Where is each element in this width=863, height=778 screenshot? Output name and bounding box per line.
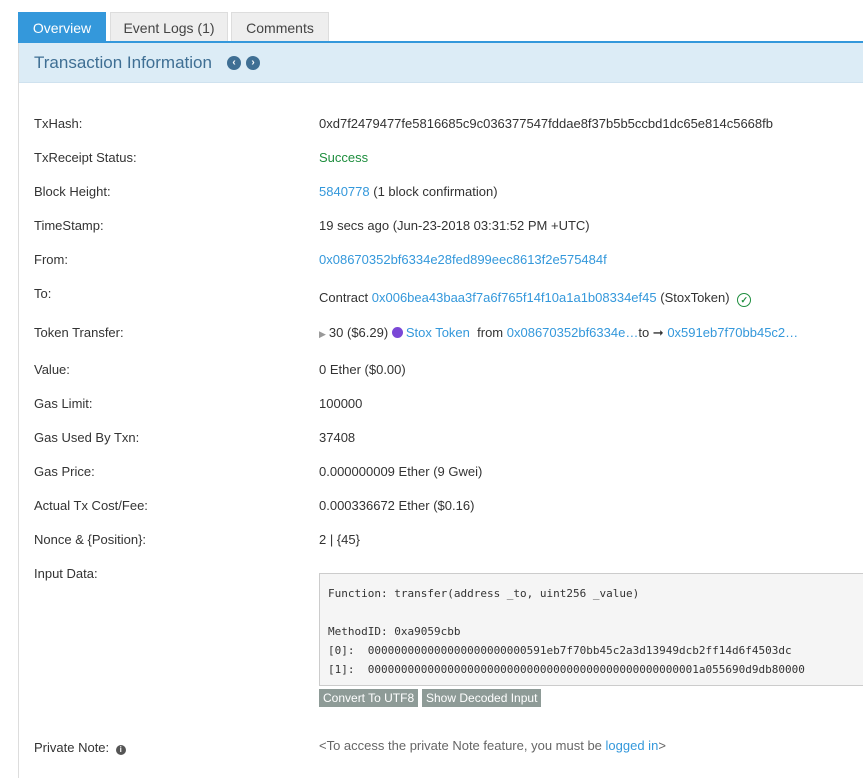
to-label: To: <box>34 286 52 301</box>
row-status: TxReceipt Status: Success <box>19 150 863 170</box>
row-nonce: Nonce & {Position}: 2 | {45} <box>19 532 863 552</box>
row-gas-price: Gas Price: 0.000000009 Ether (9 Gwei) <box>19 464 863 484</box>
from-label: From: <box>34 252 68 267</box>
info-circle-icon[interactable]: i <box>115 745 126 755</box>
row-to: To: Contract 0x006bea43baa3f7a6f765f14f1… <box>19 286 863 307</box>
row-value: Value: 0 Ether ($0.00) <box>19 362 863 382</box>
gas-limit-value: 100000 <box>319 396 363 411</box>
tab-overview[interactable]: Overview <box>18 12 106 42</box>
convert-utf8-button[interactable]: Convert To UTF8 <box>319 689 419 707</box>
timestamp-label: TimeStamp: <box>34 218 104 233</box>
row-from: From: 0x08670352bf6334e28fed899eec8613f2… <box>19 252 863 272</box>
value-label: Value: <box>34 362 70 377</box>
gas-price-label: Gas Price: <box>34 464 95 479</box>
status-label: TxReceipt Status: <box>34 150 137 165</box>
fee-label: Actual Tx Cost/Fee: <box>34 498 148 513</box>
fee-value: 0.000336672 Ether ($0.16) <box>319 498 475 513</box>
show-decoded-input-button[interactable]: Show Decoded Input <box>422 689 542 707</box>
txhash-label: TxHash: <box>34 116 83 131</box>
tab-event-logs[interactable]: Event Logs (1) <box>110 12 228 42</box>
chevron-left-circle-icon[interactable]: ‹ <box>227 56 241 70</box>
row-txhash: TxHash: 0xd7f2479477fe5816685c9c03637754… <box>19 116 863 136</box>
nonce-value: 2 | {45} <box>319 532 360 547</box>
private-note-pre: <To access the private Note feature, you… <box>319 738 602 753</box>
login-link[interactable]: logged in <box>606 738 659 753</box>
timestamp-value: 19 secs ago (Jun-23-2018 03:31:52 PM +UT… <box>319 218 590 233</box>
gas-price-value: 0.000000009 Ether (9 Gwei) <box>319 464 483 479</box>
block-height-value: 5840778 (1 block confirmation) <box>319 184 498 199</box>
contract-address-link[interactable]: 0x006bea43baa3f7a6f765f14f10a1a1b08334ef… <box>372 290 657 305</box>
caret-right-icon[interactable]: ▶ <box>319 329 326 340</box>
row-gas-limit: Gas Limit: 100000 <box>19 396 863 416</box>
right-arrow-icon: ➞ <box>652 325 664 340</box>
input-data-label: Input Data: <box>34 566 98 581</box>
panel-title: Transaction Information <box>34 53 212 72</box>
from-word: from <box>477 325 504 340</box>
transfer-from-link[interactable]: 0x08670352bf6334e… <box>507 325 639 340</box>
chevron-right-circle-icon[interactable]: › <box>246 56 260 70</box>
to-value: Contract 0x006bea43baa3f7a6f765f14f10a1a… <box>319 290 752 307</box>
row-private-note: Private Note: i <To access the private N… <box>19 738 863 760</box>
tab-comments[interactable]: Comments <box>231 12 329 42</box>
stox-token-icon <box>391 327 403 338</box>
panel-header: Transaction Information ‹ › <box>19 43 863 83</box>
row-timestamp: TimeStamp: 19 secs ago (Jun-23-2018 03:3… <box>19 218 863 238</box>
gas-used-label: Gas Used By Txn: <box>34 430 140 445</box>
contract-name: (StoxToken) <box>660 290 730 305</box>
row-block-height: Block Height: 5840778 (1 block confirmat… <box>19 184 863 204</box>
token-transfer-label: Token Transfer: <box>34 325 124 340</box>
status-value: Success <box>319 150 369 165</box>
transfer-to-link[interactable]: 0x591eb7f70bb45c2… <box>667 325 798 340</box>
private-note-label-text: Private Note: <box>34 740 110 755</box>
nonce-label: Nonce & {Position}: <box>34 532 147 547</box>
value-value: 0 Ether ($0.00) <box>319 362 406 377</box>
token-link[interactable]: Stox Token <box>406 325 470 340</box>
row-fee: Actual Tx Cost/Fee: 0.000336672 Ether ($… <box>19 498 863 518</box>
check-circle-icon: ✓ <box>737 293 752 307</box>
from-address-link[interactable]: 0x08670352bf6334e28fed899eec8613f2e57548… <box>319 252 607 267</box>
row-token-transfer: Token Transfer: ▶ 30 ($6.29) Stox Token f… <box>19 325 863 345</box>
to-word: to <box>638 325 650 340</box>
block-height-label: Block Height: <box>34 184 111 199</box>
input-data-textarea[interactable]: Function: transfer(address _to, uint256 … <box>319 573 863 686</box>
block-link[interactable]: 5840778 <box>319 184 370 199</box>
block-confirmation: (1 block confirmation) <box>373 184 498 199</box>
transaction-panel: Transaction Information ‹ › TxHash: 0xd7… <box>18 43 863 778</box>
private-note-post: > <box>658 738 666 753</box>
private-note-message: <To access the private Note feature, you… <box>319 738 666 753</box>
to-prefix: Contract <box>319 290 369 305</box>
private-note-label: Private Note: i <box>34 740 126 755</box>
token-amount: 30 ($6.29) <box>328 325 389 340</box>
token-transfer-value: ▶ 30 ($6.29) Stox Token from 0x08670352bf… <box>319 325 798 341</box>
gas-used-value: 37408 <box>319 430 356 445</box>
row-gas-used: Gas Used By Txn: 37408 <box>19 430 863 450</box>
gas-limit-label: Gas Limit: <box>34 396 93 411</box>
tab-bar: Overview Event Logs (1) Comments <box>18 12 863 42</box>
txhash-value: 0xd7f2479477fe5816685c9c036377547fddae8f… <box>319 116 773 131</box>
